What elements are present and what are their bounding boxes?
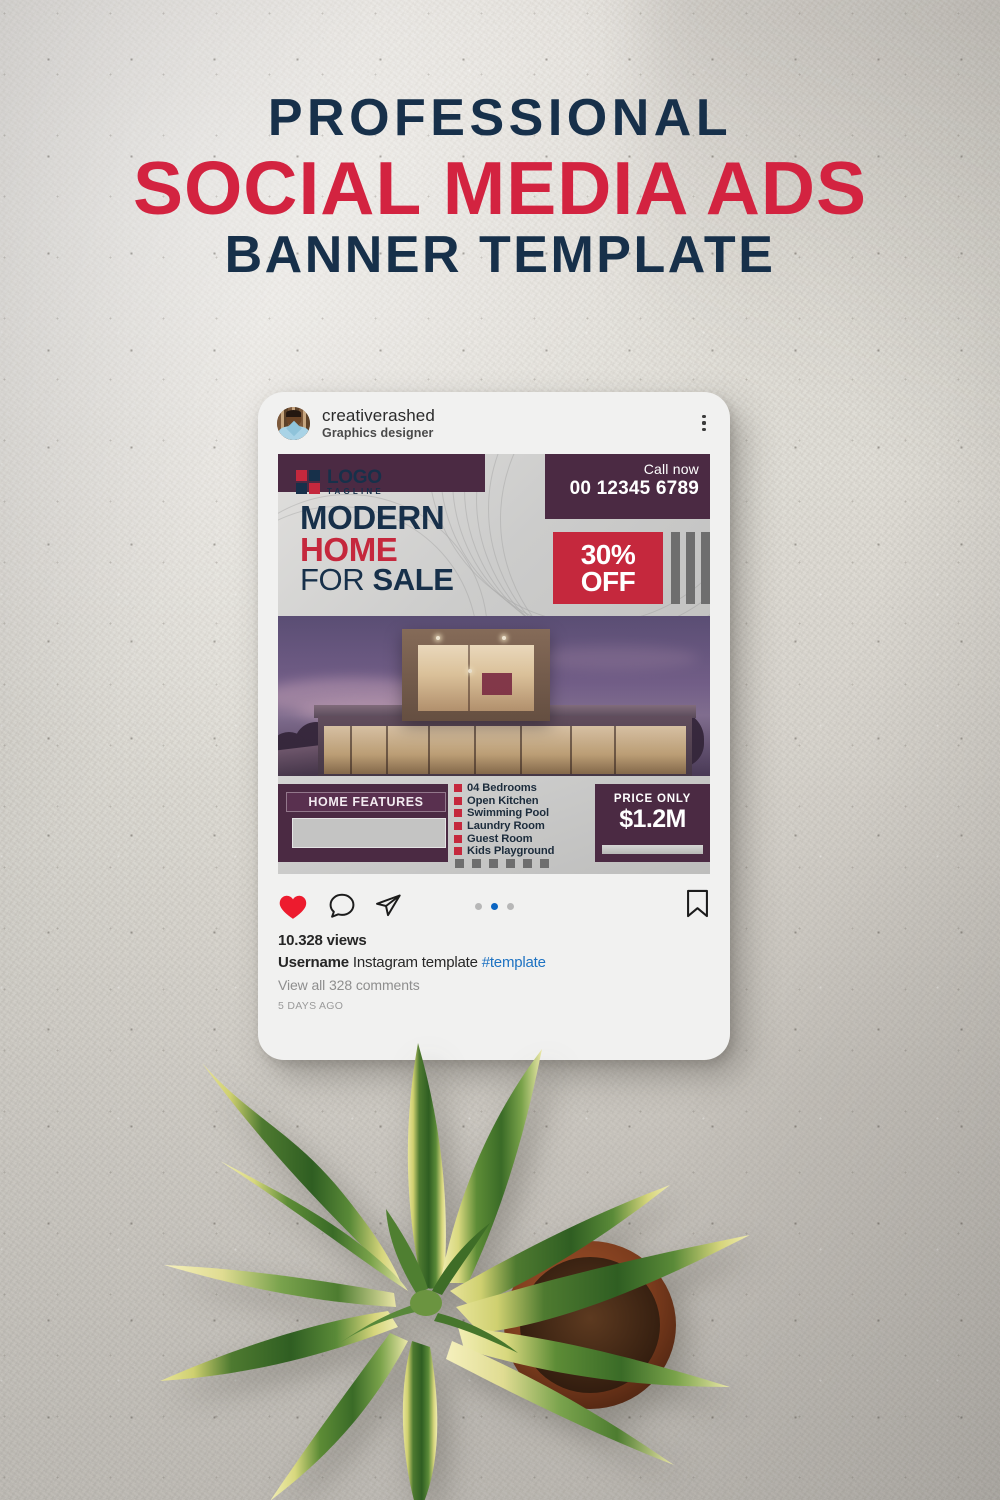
post-meta: 10.328 views Username Instagram template…: [258, 928, 730, 1012]
account-username[interactable]: creativerashed: [322, 406, 695, 426]
features-list: 04 Bedrooms Open Kitchen Swimming Pool L…: [454, 782, 584, 858]
features-empty-box: [292, 818, 446, 848]
ad-heading-sale: SALE: [372, 562, 454, 598]
more-dot: [702, 414, 706, 418]
feature-bullet-icon: [454, 784, 462, 793]
ad-features-section: HOME FEATURES 04 Bedrooms Open Kitchen S…: [278, 776, 710, 874]
decorative-bar-2: [686, 532, 695, 604]
logo-tagline: TAGLINE: [327, 487, 384, 496]
more-options-icon[interactable]: [695, 414, 713, 432]
plant-leaves: [160, 1043, 750, 1500]
logo-square-tr: [309, 470, 320, 481]
logo-grid-icon: [296, 470, 320, 494]
call-now-box[interactable]: Call now 00 12345 6789: [545, 454, 710, 519]
logo-name: LOGO: [327, 467, 382, 488]
decorative-plant: [150, 1035, 790, 1500]
feature-label: Kids Playground: [467, 845, 555, 858]
feature-label: Laundry Room: [467, 820, 545, 833]
avatar-hair: [285, 410, 302, 417]
post-action-bar: [258, 884, 730, 928]
logo-text: LOGO TAGLINE: [327, 468, 384, 496]
feature-label: Guest Room: [467, 832, 533, 845]
post-timestamp: 5 DAYS AGO: [278, 1000, 344, 1012]
feature-bullet-icon: [454, 834, 462, 843]
decor-square: [455, 859, 464, 868]
headline-line-2: SOCIAL MEDIA ADS: [132, 145, 868, 230]
feature-item: 04 Bedrooms: [454, 782, 584, 795]
brand-logo: LOGO TAGLINE: [296, 468, 384, 496]
feature-bullet-icon: [454, 796, 462, 805]
feature-item: Open Kitchen: [454, 795, 584, 808]
feature-bullet-icon: [454, 847, 462, 856]
decorative-bar-1: [671, 532, 680, 604]
share-icon[interactable]: [374, 892, 402, 920]
feature-item: Laundry Room: [454, 820, 584, 833]
decorative-square-row: [455, 859, 549, 868]
price-label: PRICE ONLY: [613, 793, 692, 805]
like-icon[interactable]: [278, 893, 308, 920]
caption-author[interactable]: Username: [278, 954, 349, 971]
caption-text: Instagram template: [352, 954, 478, 971]
more-dot: [702, 421, 706, 425]
avatar[interactable]: [277, 406, 310, 440]
instagram-post-card: creativerashed Graphics designer LOGO TA…: [258, 392, 730, 1060]
decor-square: [523, 859, 532, 868]
discount-percent: 30%: [580, 538, 636, 570]
ad-heading-for: FOR: [300, 562, 373, 598]
decor-square: [506, 859, 515, 868]
bookmark-icon[interactable]: [685, 889, 710, 923]
more-dot: [702, 428, 706, 432]
ad-heading-line-2: HOME: [300, 530, 398, 568]
call-now-number: 00 12345 6789: [569, 478, 699, 499]
comment-icon[interactable]: [328, 892, 356, 920]
logo-square-br: [309, 483, 320, 494]
price-value: $1.2M: [619, 805, 686, 833]
ad-heading: MODERN HOME FOR SALE: [300, 499, 454, 598]
feature-bullet-icon: [454, 822, 462, 831]
logo-square-bl: [296, 483, 307, 494]
account-names: creativerashed Graphics designer: [322, 406, 695, 441]
price-box: PRICE ONLY $1.2M: [595, 784, 710, 862]
carousel-dot[interactable]: [474, 902, 482, 910]
caption-hashtag[interactable]: #template: [482, 954, 546, 971]
ad-creative[interactable]: LOGO TAGLINE MODERN HOME FOR SALE Call n…: [278, 454, 710, 874]
call-now-label: Call now: [643, 461, 699, 477]
ad-header-section: LOGO TAGLINE MODERN HOME FOR SALE Call n…: [278, 454, 710, 616]
discount-badge: 30% OFF: [553, 532, 663, 604]
logo-square-tl: [296, 470, 307, 481]
features-title: HOME FEATURES: [286, 792, 446, 812]
feature-label: Open Kitchen: [467, 794, 539, 807]
ad-heading-line-3: FOR SALE: [300, 562, 454, 598]
feature-item: Guest Room: [454, 832, 584, 845]
price-decor-bar: [602, 845, 703, 854]
carousel-dot-active[interactable]: [490, 902, 498, 910]
headline-line-1: PROFESSIONAL: [267, 89, 733, 147]
decor-square: [540, 859, 549, 868]
poster-headline: PROFESSIONAL SOCIAL MEDIA ADS BANNER TEM…: [0, 89, 1000, 284]
headline-line-3: BANNER TEMPLATE: [224, 225, 776, 284]
decor-square: [472, 859, 481, 868]
property-photo: [278, 616, 710, 776]
account-subtitle: Graphics designer: [322, 426, 434, 441]
feature-item: Kids Playground: [454, 845, 584, 858]
view-comments-link[interactable]: View all 328 comments: [278, 977, 710, 993]
ad-heading-line-1: MODERN: [300, 499, 445, 536]
feature-label: 04 Bedrooms: [467, 782, 537, 795]
discount-word: OFF: [580, 566, 636, 597]
post-caption: Username Instagram template #template: [278, 954, 710, 971]
feature-item: Swimming Pool: [454, 807, 584, 820]
decorative-bar-3: [701, 532, 710, 604]
feature-label: Swimming Pool: [467, 807, 549, 820]
carousel-dot[interactable]: [506, 902, 514, 910]
views-count: 10.328 views: [278, 932, 367, 949]
feature-bullet-icon: [454, 809, 462, 818]
decor-square: [489, 859, 498, 868]
photo-overlay: [278, 616, 710, 776]
post-header: creativerashed Graphics designer: [258, 392, 730, 454]
